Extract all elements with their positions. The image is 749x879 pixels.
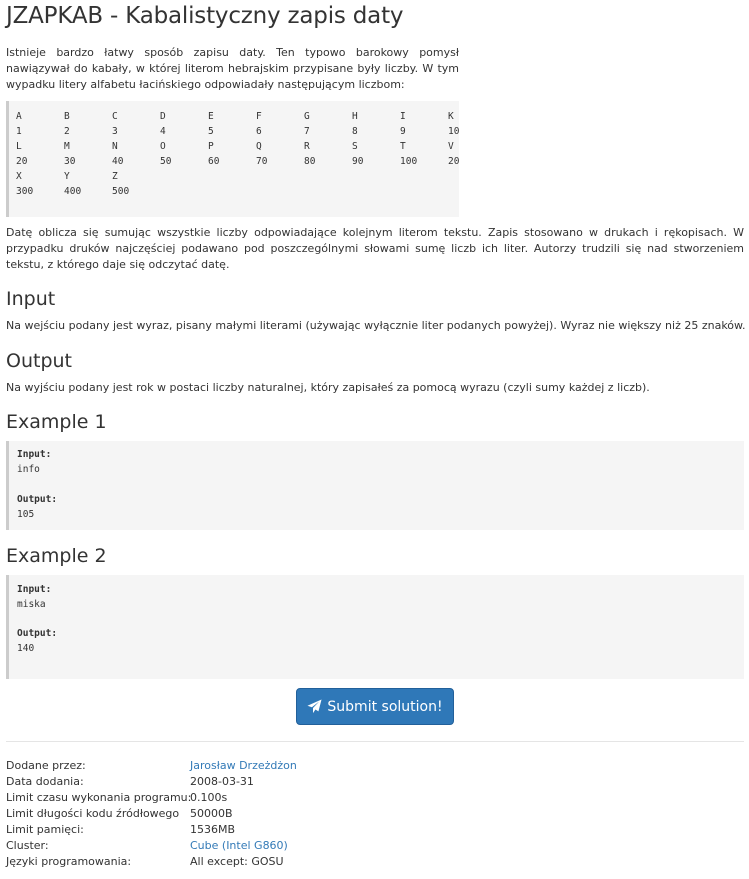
- example-1-output-label: Output:: [17, 494, 58, 505]
- example-1-box: Input: info Output: 105: [6, 441, 744, 530]
- meta-key: Data dodania:: [6, 775, 84, 788]
- table-cell: P: [208, 141, 214, 152]
- table-cell: 400: [64, 186, 82, 197]
- table-cell: M: [64, 141, 70, 152]
- table-cell: I: [400, 111, 406, 122]
- table-cell: 30: [64, 156, 76, 167]
- meta-link[interactable]: Jarosław Drzeżdżon: [190, 758, 297, 774]
- output-description: Na wyjściu podany jest rok w postaci lic…: [6, 381, 650, 394]
- table-cell: B: [64, 111, 70, 122]
- example-1-heading: Example 1: [6, 411, 107, 433]
- table-cell: F: [256, 111, 262, 122]
- table-cell: G: [304, 111, 310, 122]
- table-cell: 70: [256, 156, 268, 167]
- example-1-input-label: Input:: [17, 449, 52, 460]
- meta-row: Języki programowania: All except: GOSU: [6, 854, 297, 870]
- table-row: 20 30 40 50 60 70 80 90 100 20: [16, 154, 459, 169]
- meta-row: Limit długości kodu źródłowego 50000B: [6, 806, 297, 822]
- table-cell: 60: [208, 156, 220, 167]
- meta-key: Dodane przez:: [6, 759, 86, 772]
- intro-paragraph: Istnieje bardzo łatwy sposób zapisu daty…: [6, 46, 459, 91]
- meta-key: Limit długości kodu źródłowego: [6, 807, 180, 820]
- table-cell: 1: [16, 126, 22, 137]
- meta-value: 50000B: [190, 807, 233, 820]
- letter-value-table: A B C D E F G H I K 1 2 3 4 5 6 7 8 9 10 L M N O P Q R S T V 20 30 40 50 6…: [6, 101, 459, 217]
- table-cell: L: [16, 141, 22, 152]
- table-cell: S: [352, 141, 358, 152]
- table-cell: 4: [160, 126, 166, 137]
- table-cell: 80: [304, 156, 316, 167]
- table-row: ABCDEFGHIK: [16, 109, 459, 124]
- table-cell: K: [448, 111, 454, 122]
- example-2-input-label: Input:: [17, 584, 52, 595]
- table-cell: 6: [256, 126, 262, 137]
- table-cell: 20: [16, 156, 28, 167]
- table-cell: 500: [112, 186, 130, 197]
- meta-row: Limit pamięci: 1536MB: [6, 822, 297, 838]
- letter-value-grid: A B C D E F G H I K 1 2 3 4 5 6 7 8 9 10 L M N O P Q R S T V 20 30 40 50 6…: [16, 109, 459, 199]
- table-row: 300 400 500: [16, 184, 459, 199]
- paper-plane-icon: [307, 699, 322, 714]
- table-cell: Z: [112, 171, 118, 182]
- meta-row: Cluster: Cube (Intel G860): [6, 838, 297, 854]
- description-paragraph: Datę oblicza się sumując wszystkie liczb…: [6, 226, 744, 271]
- input-heading: Input: [6, 288, 56, 310]
- table-cell: N: [112, 141, 118, 152]
- table-cell: R: [304, 141, 310, 152]
- table-cell: 100: [400, 156, 418, 167]
- output-heading: Output: [6, 350, 72, 372]
- table-cell: Q: [256, 141, 262, 152]
- table-cell: 40: [112, 156, 124, 167]
- example-2-box: Input: miska Output: 140: [6, 575, 744, 679]
- table-cell: E: [208, 111, 214, 122]
- table-cell: 8: [352, 126, 358, 137]
- table-cell: 20: [448, 156, 459, 167]
- meta-key: Języki programowania:: [6, 855, 132, 868]
- table-cell: 10: [448, 126, 459, 137]
- meta-key: Limit czasu wykonania programu:: [6, 791, 192, 804]
- meta-key: Cluster:: [6, 839, 49, 852]
- table-cell: V: [448, 141, 454, 152]
- meta-row: Data dodania: 2008-03-31: [6, 774, 297, 790]
- meta-key: Limit pamięci:: [6, 823, 84, 836]
- table-cell: D: [160, 111, 166, 122]
- meta-value: 1536MB: [190, 823, 236, 836]
- meta-link[interactable]: Cube (Intel G860): [190, 838, 288, 854]
- submit-button-label: Submit solution!: [327, 698, 443, 715]
- example-2-heading: Example 2: [6, 545, 107, 567]
- example-1-input-value: info: [17, 464, 40, 475]
- table-cell: X: [16, 171, 22, 182]
- table-cell: O: [160, 141, 166, 152]
- table-cell: 3: [112, 126, 118, 137]
- table-cell: 2: [64, 126, 70, 137]
- meta-value: 0.100s: [190, 791, 228, 804]
- example-2-output-label: Output:: [17, 628, 58, 639]
- table-cell: H: [352, 111, 358, 122]
- table-cell: C: [112, 111, 118, 122]
- example-2-output-value: 140: [17, 643, 35, 654]
- page-title: JZAPKAB - Kabalistyczny zapis daty: [6, 3, 404, 29]
- table-cell: 7: [304, 126, 310, 137]
- table-cell: T: [400, 141, 406, 152]
- meta-value: 2008-03-31: [190, 775, 254, 788]
- table-cell: A: [16, 111, 22, 122]
- table-cell: 9: [400, 126, 406, 137]
- submit-solution-button[interactable]: Submit solution!: [296, 688, 454, 725]
- example-2-input-value: miska: [17, 599, 46, 610]
- problem-metadata: Dodane przez: Jarosław Drzeżdżon Data doda…: [6, 758, 297, 870]
- meta-value: All except: GOSU: [190, 855, 284, 868]
- divider: [6, 741, 744, 742]
- table-cell: 50: [160, 156, 172, 167]
- table-cell: 300: [16, 186, 34, 197]
- meta-row: Limit czasu wykonania programu: 0.100s: [6, 790, 297, 806]
- table-row: 1 2 3 4 5 6 7 8 9 10: [16, 124, 459, 139]
- meta-row: Dodane przez: Jarosław Drzeżdżon: [6, 758, 297, 774]
- input-description: Na wejściu podany jest wyraz, pisany mał…: [6, 319, 746, 332]
- table-row: LMNOPQRSTV: [16, 139, 459, 154]
- example-1-output-value: 105: [17, 509, 35, 520]
- table-cell: Y: [64, 171, 70, 182]
- table-row: X Y Z: [16, 169, 459, 184]
- table-cell: 5: [208, 126, 214, 137]
- table-cell: 90: [352, 156, 364, 167]
